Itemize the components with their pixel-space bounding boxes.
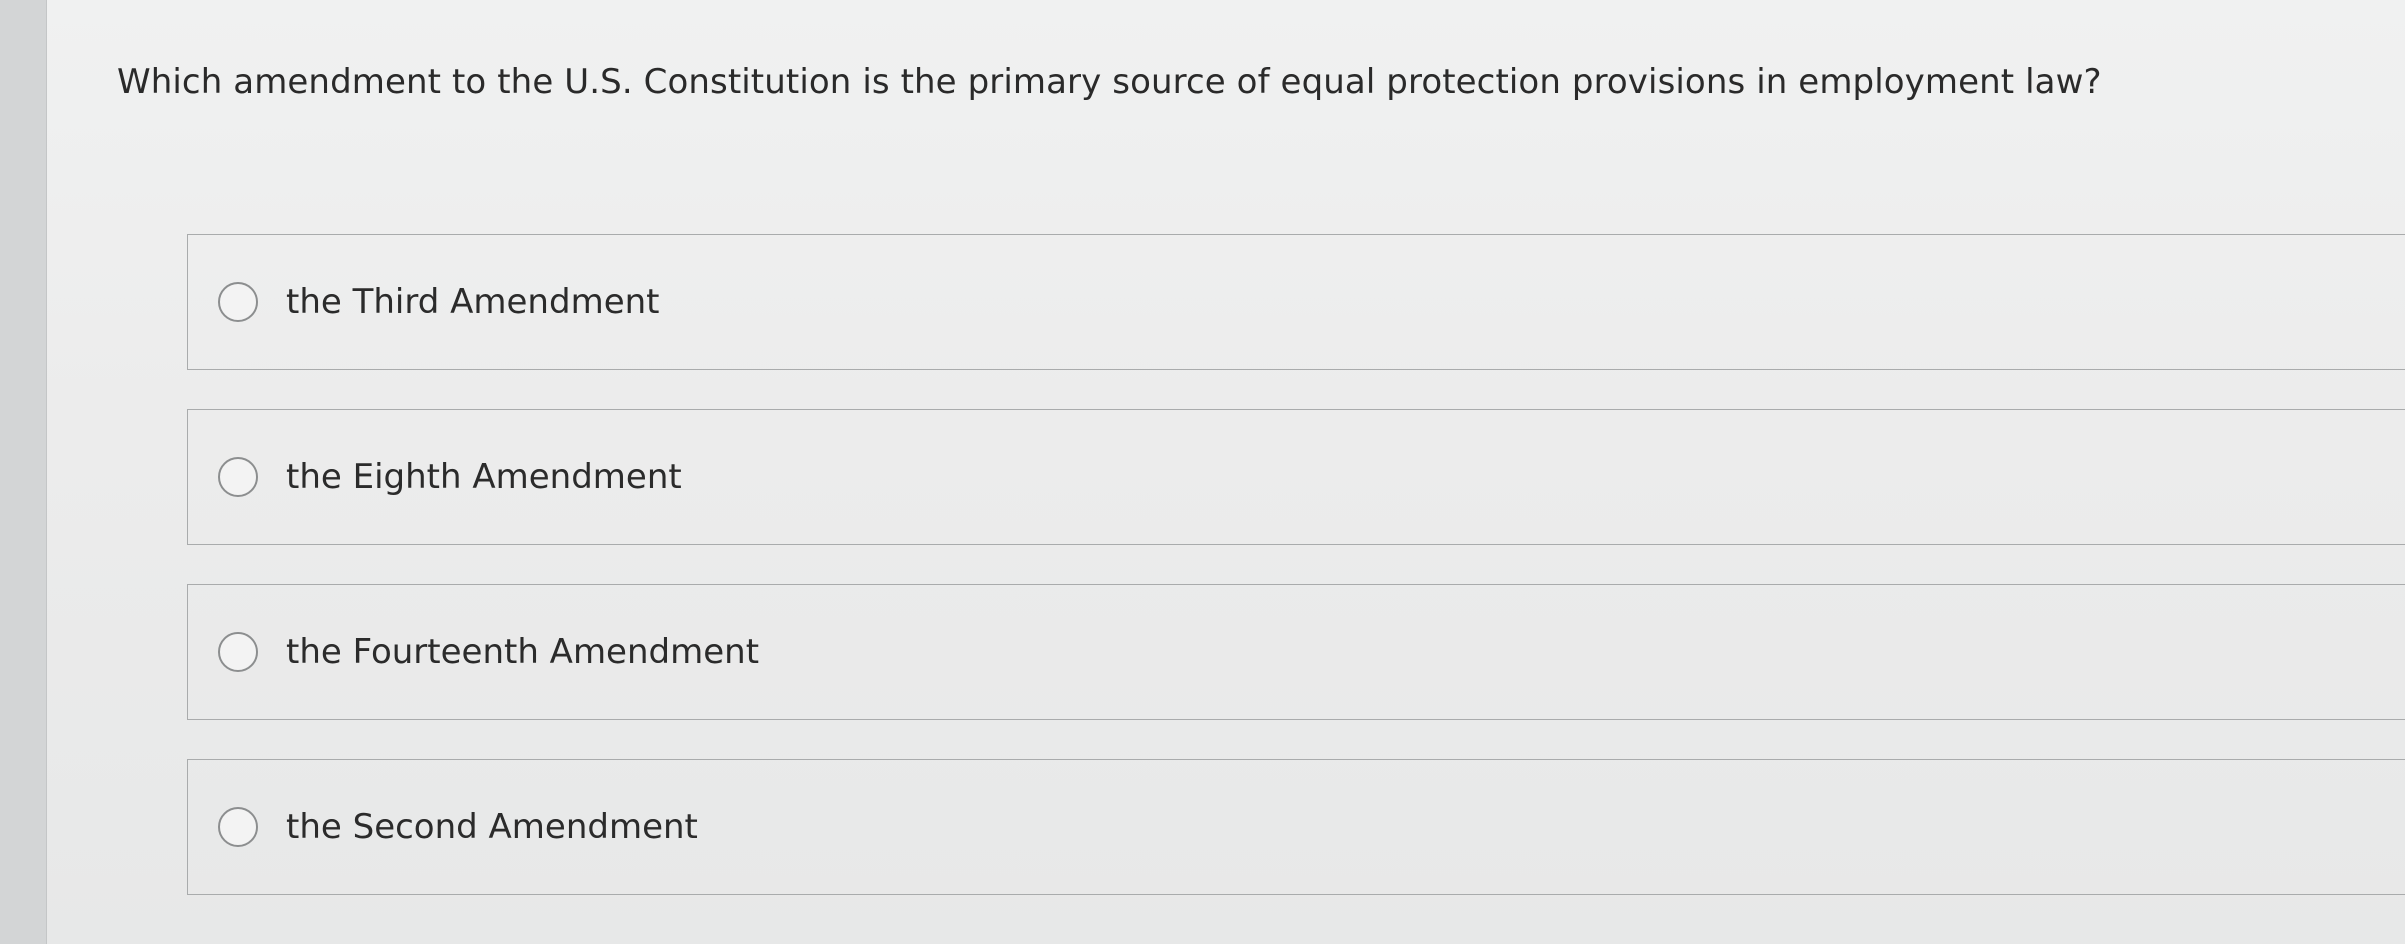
question-text: Which amendment to the U.S. Constitution… bbox=[117, 62, 2102, 102]
answer-option-fourteenth-amendment[interactable]: the Fourteenth Amendment bbox=[187, 584, 2405, 720]
answer-option-third-amendment[interactable]: the Third Amendment bbox=[187, 234, 2405, 370]
answer-option-label: the Third Amendment bbox=[286, 282, 660, 322]
answer-option-eighth-amendment[interactable]: the Eighth Amendment bbox=[187, 409, 2405, 545]
answer-option-second-amendment[interactable]: the Second Amendment bbox=[187, 759, 2405, 895]
radio-button-icon[interactable] bbox=[218, 632, 258, 672]
radio-button-icon[interactable] bbox=[218, 282, 258, 322]
radio-button-icon[interactable] bbox=[218, 457, 258, 497]
answer-option-label: the Eighth Amendment bbox=[286, 457, 682, 497]
quiz-page: Which amendment to the U.S. Constitution… bbox=[47, 0, 2405, 944]
radio-button-icon[interactable] bbox=[218, 807, 258, 847]
answer-option-label: the Fourteenth Amendment bbox=[286, 632, 760, 672]
answer-option-label: the Second Amendment bbox=[286, 807, 698, 847]
screen-bezel bbox=[0, 0, 47, 944]
